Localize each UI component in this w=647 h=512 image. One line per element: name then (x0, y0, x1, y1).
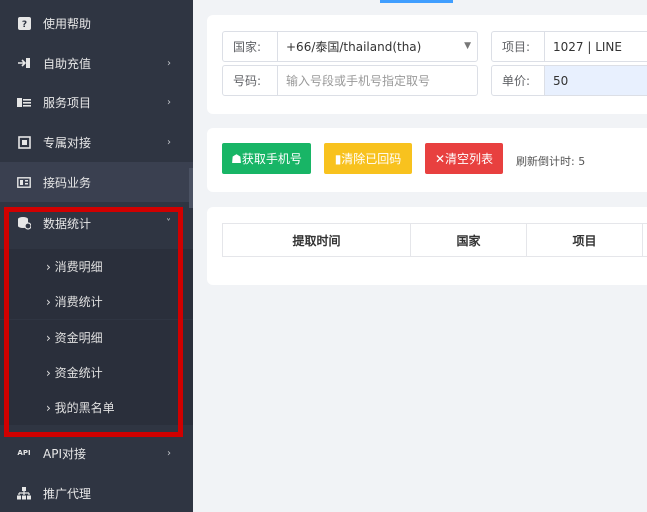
project-label: 项目: (492, 32, 545, 61)
number-input[interactable]: 输入号段或手机号指定取号 (278, 66, 430, 95)
clear-received-button[interactable]: ▮清除已回码 (324, 143, 412, 174)
sidebar-item-recharge[interactable]: 自助充值 › (0, 43, 193, 83)
sidebar-subitem-blacklist[interactable]: › 我的黑名单 (0, 390, 193, 425)
active-tab-indicator (380, 0, 453, 3)
sidebar-subitem-fund-stats[interactable]: › 资金统计 (0, 355, 193, 390)
price-field[interactable]: 单价: 50 (491, 65, 647, 96)
sidebar-item-label: 接码业务 (43, 175, 92, 190)
table-header: 提取时间 国家 项目 (222, 223, 647, 257)
sidebar-item-statistics[interactable]: 数据统计 ˅ (0, 203, 193, 243)
sms-code-icon (17, 175, 31, 189)
column-header[interactable]: 提取时间 (223, 224, 411, 256)
sidebar-item-help[interactable]: ? 使用帮助 (0, 3, 193, 43)
sidebar-item-label: 专属对接 (43, 135, 92, 150)
number-label: 号码: (223, 66, 278, 95)
recharge-icon (17, 56, 31, 70)
country-select[interactable]: 国家: +66/泰国/thailand(tha) ▼ (222, 31, 478, 62)
country-value: +66/泰国/thailand(tha) (286, 40, 422, 54)
chevron-right-icon: › (167, 136, 171, 148)
chevron-down-icon: ˅ (166, 217, 171, 229)
sidebar-subitem-fund-detail[interactable]: › 资金明细 (0, 320, 193, 355)
database-icon (17, 216, 31, 230)
country-label: 国家: (223, 32, 278, 61)
sidebar-item-label: 数据统计 (43, 216, 92, 231)
sidebar-subitem-label: › 我的黑名单 (46, 401, 115, 415)
sidebar-subitem-label: › 消费统计 (46, 295, 103, 309)
api-icon: API (17, 449, 31, 457)
get-phone-button[interactable]: ☗获取手机号 (222, 143, 311, 174)
price-value[interactable]: 50 (545, 66, 647, 95)
sidebar-subitem-label: › 资金统计 (46, 366, 103, 380)
sidebar-item-label: 服务项目 (43, 95, 92, 110)
sidebar-subitem-label: › 消费明细 (46, 260, 103, 274)
help-icon: ? (17, 16, 31, 30)
sidebar-subitem-label: › 资金明细 (46, 331, 103, 345)
chevron-right-icon: › (167, 447, 171, 459)
sidebar-item-promotion[interactable]: 推广代理 (0, 473, 193, 512)
refresh-countdown: 刷新倒计时: 5 (516, 155, 586, 168)
service-icon (17, 95, 31, 109)
chevron-right-icon: › (167, 96, 171, 108)
project-value: 1027 | LINE (553, 39, 622, 54)
sidebar-item-label: 自助充值 (43, 56, 92, 71)
chevron-right-icon: › (167, 57, 171, 69)
sidebar-subitem-consumption-detail[interactable]: › 消费明细 (0, 249, 193, 284)
sitemap-icon (17, 486, 31, 500)
sidebar-item-label: API对接 (43, 446, 86, 461)
sidebar-item-services[interactable]: 服务项目 › (0, 82, 193, 122)
caret-down-icon: ▼ (464, 41, 471, 51)
sidebar-item-dedicated[interactable]: 专属对接 › (0, 122, 193, 162)
number-field[interactable]: 号码: 输入号段或手机号指定取号 (222, 65, 478, 96)
sidebar-item-sms-code[interactable]: 接码业务 (0, 162, 193, 202)
sidebar-item-label: 使用帮助 (43, 16, 92, 31)
sidebar-scrollbar[interactable] (189, 168, 193, 208)
sidebar: ? 使用帮助 自助充值 › 服务项目 › 专属对接 › 接码业务 数据统计 ˅ … (0, 0, 193, 512)
sidebar-item-label: 推广代理 (43, 486, 92, 501)
column-header[interactable]: 项目 (527, 224, 643, 256)
project-select[interactable]: 项目: 1027 | LINE (491, 31, 647, 62)
sidebar-subitem-consumption-stats[interactable]: › 消费统计 (0, 284, 193, 319)
svg-text:?: ? (21, 20, 26, 30)
sidebar-item-api[interactable]: API API对接 › (0, 433, 193, 473)
column-header[interactable]: 国家 (411, 224, 527, 256)
dedicated-icon (17, 135, 31, 149)
clear-list-button[interactable]: ✕清空列表 (425, 143, 503, 174)
price-label: 单价: (492, 66, 545, 95)
